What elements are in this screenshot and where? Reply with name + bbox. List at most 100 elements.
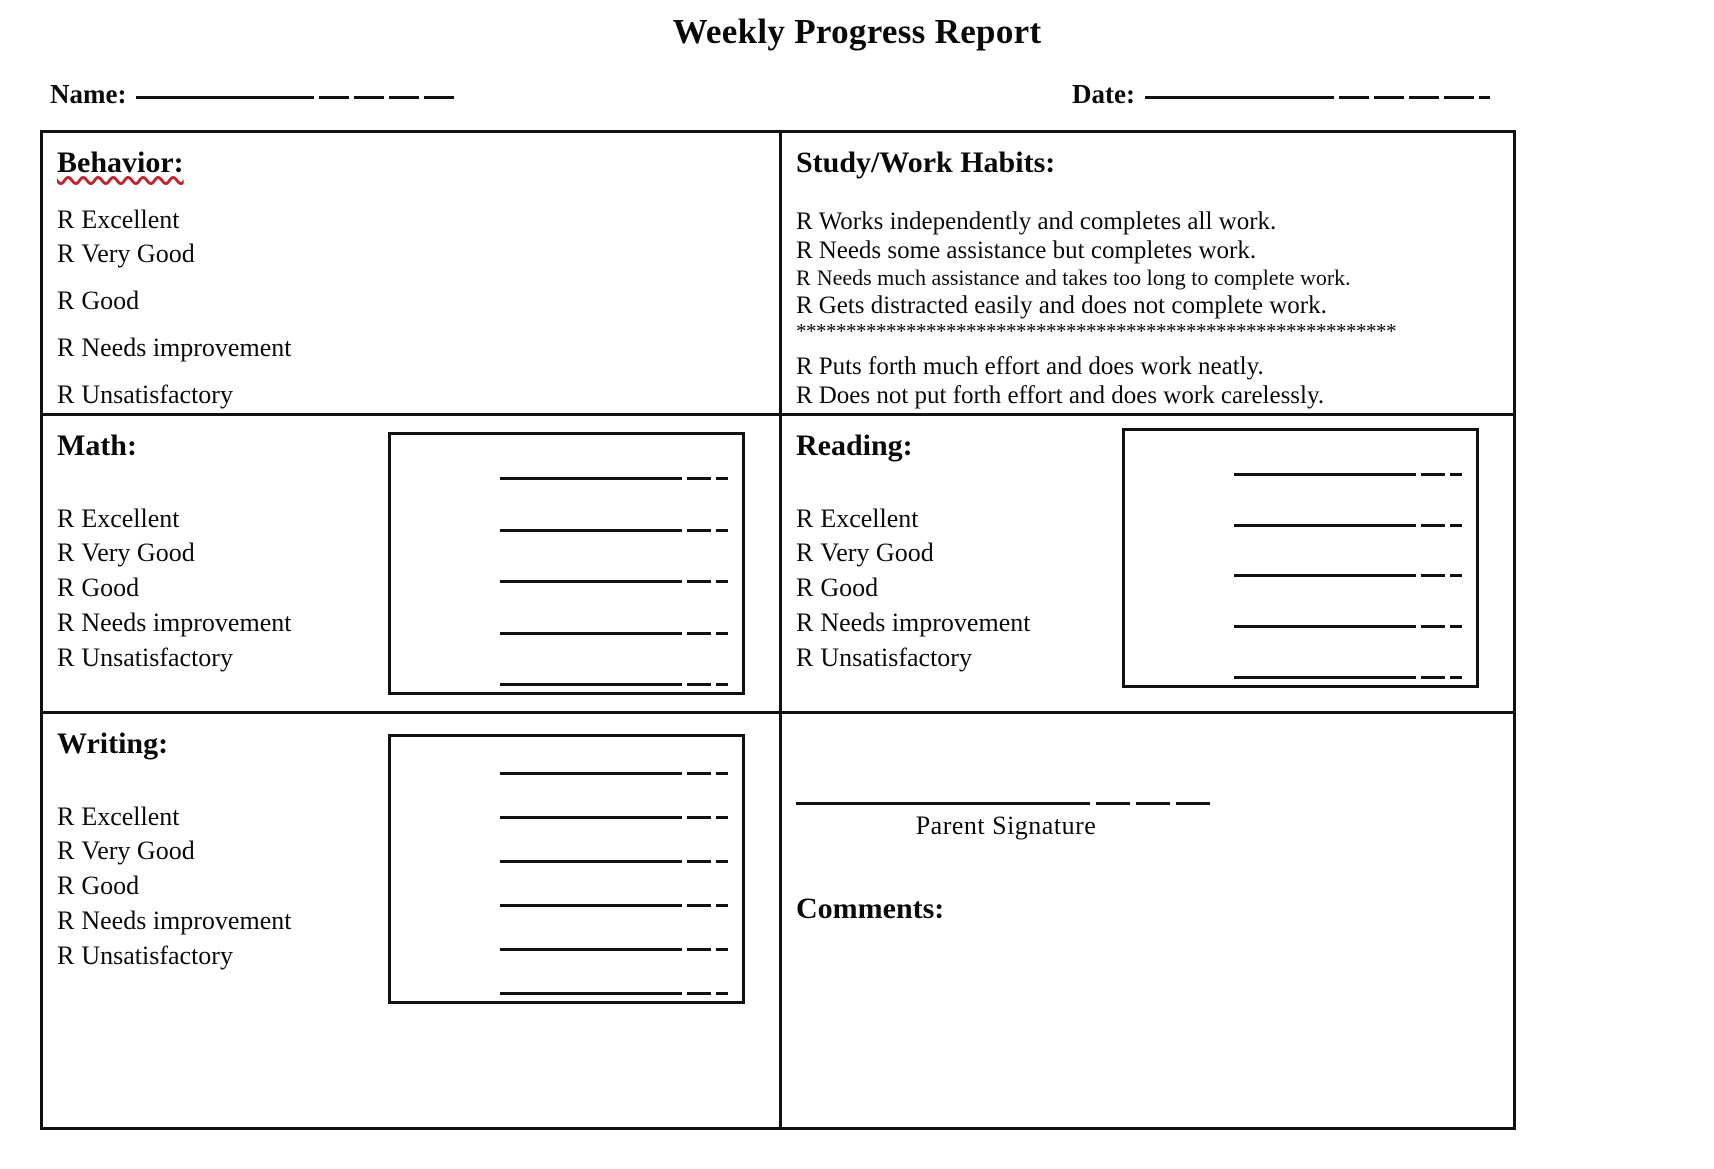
checkbox-mark-icon[interactable]: R bbox=[57, 504, 74, 533]
note-line[interactable] bbox=[391, 538, 742, 589]
note-line[interactable] bbox=[391, 589, 742, 640]
checkbox-mark-icon[interactable]: R bbox=[796, 643, 813, 672]
math-cell: Math: R Excellent R Very Good R Good R Needs… bbox=[43, 416, 782, 711]
writing-section-title: Writing: bbox=[57, 727, 169, 760]
study-work-habits-cell: Study/Work Habits: R Works independently … bbox=[782, 133, 1513, 413]
rating-option[interactable]: R Excellent bbox=[57, 203, 779, 238]
name-input-line[interactable] bbox=[136, 96, 457, 99]
habit-option-label: Needs some assistance but completes work… bbox=[818, 236, 1257, 264]
behavior-section-title: Behavior: bbox=[57, 146, 184, 179]
checkbox-mark-icon[interactable]: R bbox=[796, 265, 811, 290]
rating-option-label: Good bbox=[81, 573, 140, 603]
parent-signature-line[interactable] bbox=[796, 802, 1216, 805]
rating-option-label: Good bbox=[81, 286, 140, 316]
note-line[interactable] bbox=[391, 957, 742, 1001]
habit-option[interactable]: R Needs much assistance and takes too lon… bbox=[796, 265, 1513, 291]
math-section-title: Math: bbox=[57, 429, 137, 462]
checkbox-mark-icon[interactable]: R bbox=[57, 871, 74, 900]
comments-label: Comments: bbox=[796, 892, 945, 925]
note-line[interactable] bbox=[391, 781, 742, 825]
checkbox-mark-icon[interactable]: R bbox=[796, 292, 813, 319]
rating-option-label: Excellent bbox=[81, 801, 180, 831]
checkbox-mark-icon[interactable]: R bbox=[796, 608, 813, 637]
checkbox-mark-icon[interactable]: R bbox=[57, 239, 74, 268]
note-line[interactable] bbox=[1125, 634, 1476, 685]
checkbox-mark-icon[interactable]: R bbox=[796, 573, 813, 602]
rating-option-label: Very Good bbox=[820, 538, 934, 568]
checkbox-mark-icon[interactable]: R bbox=[57, 802, 74, 831]
note-line[interactable] bbox=[1125, 482, 1476, 533]
checkbox-mark-icon[interactable]: R bbox=[57, 380, 74, 409]
rating-option-label: Unsatisfactory bbox=[81, 642, 233, 672]
habit-option[interactable]: R Works independently and completes all w… bbox=[796, 207, 1513, 236]
table-row: Math: R Excellent R Very Good R Good R Needs… bbox=[43, 416, 1513, 714]
page-title: Weekly Progress Report bbox=[672, 12, 1042, 51]
checkbox-mark-icon[interactable]: R bbox=[57, 643, 74, 672]
habit-option-label: Gets distracted easily and does not comp… bbox=[818, 291, 1327, 319]
habit-option[interactable]: R Gets distracted easily and does not com… bbox=[796, 291, 1513, 320]
signature-comments-cell: Parent Signature Comments: bbox=[782, 714, 1513, 1127]
note-line[interactable] bbox=[1125, 431, 1476, 482]
checkbox-mark-icon[interactable]: R bbox=[796, 208, 813, 235]
rating-option-label: Needs improvement bbox=[81, 607, 292, 637]
checkbox-mark-icon[interactable]: R bbox=[57, 836, 74, 865]
habit-option[interactable]: R Needs some assistance but completes wor… bbox=[796, 236, 1513, 265]
checkbox-mark-icon[interactable]: R bbox=[796, 382, 813, 409]
reading-section-title: Reading: bbox=[796, 429, 913, 462]
reading-notes-box[interactable] bbox=[1122, 428, 1479, 688]
checkbox-mark-icon[interactable]: R bbox=[57, 941, 74, 970]
note-line[interactable] bbox=[391, 869, 742, 913]
rating-option[interactable]: R Needs improvement bbox=[57, 331, 779, 366]
checkbox-mark-icon[interactable]: R bbox=[796, 538, 813, 567]
note-line[interactable] bbox=[1125, 583, 1476, 634]
note-line[interactable] bbox=[391, 825, 742, 869]
checkbox-mark-icon[interactable]: R bbox=[57, 538, 74, 567]
rating-option[interactable]: R Unsatisfactory bbox=[57, 378, 779, 413]
note-line[interactable] bbox=[1125, 533, 1476, 584]
table-row: Writing: R Excellent R Very Good R Good R Ne… bbox=[43, 714, 1513, 1127]
checkbox-mark-icon[interactable]: R bbox=[57, 573, 74, 602]
rating-option[interactable]: R Very Good bbox=[57, 237, 779, 272]
parent-signature-block: Parent Signature bbox=[796, 802, 1216, 841]
rating-option-label: Unsatisfactory bbox=[820, 642, 972, 672]
checkbox-mark-icon[interactable]: R bbox=[57, 608, 74, 637]
note-line[interactable] bbox=[391, 737, 742, 781]
writing-note-lines bbox=[391, 737, 742, 1001]
rating-option-label: Needs improvement bbox=[820, 607, 1031, 637]
habit-option-label: Needs much assistance and takes too long… bbox=[816, 265, 1351, 290]
rating-option-label: Unsatisfactory bbox=[81, 379, 233, 409]
rating-option-label: Very Good bbox=[81, 836, 195, 866]
checkbox-mark-icon[interactable]: R bbox=[57, 286, 74, 315]
note-line[interactable] bbox=[391, 486, 742, 537]
checkbox-mark-icon[interactable]: R bbox=[796, 237, 813, 264]
note-line[interactable] bbox=[391, 913, 742, 957]
habit-option[interactable]: R Does not put forth effort and does work… bbox=[796, 381, 1513, 410]
checkbox-mark-icon[interactable]: R bbox=[57, 205, 74, 234]
table-row: Behavior: R Excellent R Very Good R Good RN… bbox=[43, 133, 1513, 416]
name-field-row: Name: bbox=[50, 79, 457, 110]
note-line[interactable] bbox=[391, 641, 742, 692]
rating-option-label: Needs improvement bbox=[81, 332, 292, 362]
date-input-line[interactable] bbox=[1144, 96, 1490, 99]
checkbox-mark-icon[interactable]: R bbox=[57, 333, 74, 362]
checkbox-mark-icon[interactable]: R bbox=[796, 504, 813, 533]
study-work-habits-section-title: Study/Work Habits: bbox=[796, 146, 1056, 179]
habit-option-label: Puts forth much effort and does work nea… bbox=[818, 353, 1264, 381]
checkbox-mark-icon[interactable]: R bbox=[57, 906, 74, 935]
note-line[interactable] bbox=[391, 435, 742, 486]
reading-note-lines bbox=[1125, 431, 1476, 685]
rating-option-label: Excellent bbox=[81, 503, 180, 533]
habit-option-label: Does not put forth effort and does work … bbox=[818, 382, 1325, 410]
rating-option-label: Unsatisfactory bbox=[81, 940, 233, 970]
checkbox-mark-icon[interactable]: R bbox=[796, 353, 813, 380]
rating-option-label: Excellent bbox=[820, 503, 919, 533]
rating-option-label: Good bbox=[820, 573, 879, 603]
writing-notes-box[interactable] bbox=[388, 734, 745, 1004]
rating-option-label: Excellent bbox=[81, 204, 180, 234]
math-notes-box[interactable] bbox=[388, 432, 745, 695]
section-separator: ****************************************… bbox=[796, 319, 1397, 343]
parent-signature-caption: Parent Signature bbox=[915, 811, 1097, 840]
rating-option[interactable]: R Good bbox=[57, 284, 779, 319]
habit-option[interactable]: R Puts forth much effort and does work ne… bbox=[796, 352, 1513, 381]
date-label: Date: bbox=[1072, 79, 1135, 109]
